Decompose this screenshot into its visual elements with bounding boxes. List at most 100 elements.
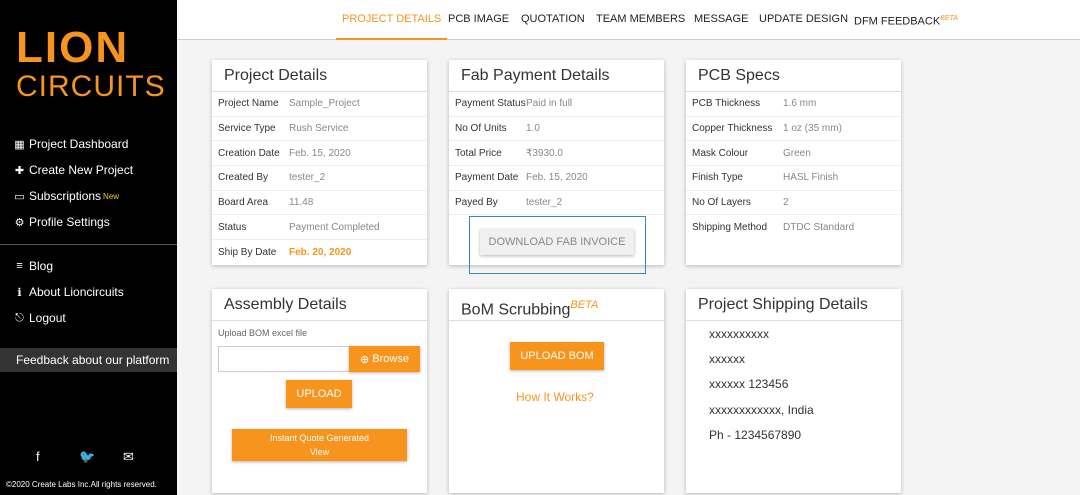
detail-row: Board Area 11.48 bbox=[212, 191, 427, 216]
row-key: Status bbox=[218, 221, 247, 233]
beta-badge: BETA bbox=[940, 15, 958, 22]
row-value: 1 oz (35 mm) bbox=[783, 123, 842, 135]
tab-team-members[interactable]: TEAM MEMBERS bbox=[596, 0, 685, 40]
browse-label: Browse bbox=[372, 353, 409, 365]
sidebar-nav-secondary: ≡ Blog ℹ About Lioncircuits ⎋ Logout bbox=[0, 253, 177, 331]
sidebar-item-logout[interactable]: ⎋ Logout bbox=[0, 305, 177, 331]
sidebar-item-label: About Lioncircuits bbox=[29, 285, 124, 299]
sidebar-item-blog[interactable]: ≡ Blog bbox=[0, 253, 177, 279]
sidebar-item-label: Logout bbox=[29, 311, 66, 325]
mail-icon[interactable]: ✉ bbox=[123, 449, 134, 465]
download-fab-invoice-button[interactable]: DOWNLOAD FAB INVOICE bbox=[480, 229, 634, 255]
logout-icon: ⎋ bbox=[15, 311, 24, 324]
top-nav: PROJECT DETAILS PCB IMAGE QUOTATION TEAM… bbox=[177, 0, 1080, 40]
tab-update-design[interactable]: UPDATE DESIGN bbox=[759, 0, 848, 40]
detail-row: Finish Type HASL Finish bbox=[686, 166, 901, 191]
detail-row: No Of Layers 2 bbox=[686, 191, 901, 216]
shipping-line: Ph - 1234567890 bbox=[709, 428, 802, 442]
sidebar-item-label: Subscriptions bbox=[29, 189, 102, 203]
instant-quote-label: Instant Quote Generated bbox=[269, 433, 370, 443]
ship-by-date-value: Feb. 20, 2020 bbox=[289, 246, 352, 258]
row-key: PCB Thickness bbox=[692, 98, 761, 110]
row-value: Rush Service bbox=[289, 123, 349, 135]
row-value: Green bbox=[783, 147, 811, 159]
logo-line1: LION bbox=[16, 23, 130, 72]
detail-row: Mask Colour Green bbox=[686, 141, 901, 167]
bom-file-input[interactable] bbox=[218, 346, 350, 372]
grid-icon: ▦ bbox=[14, 138, 25, 151]
card-title: BoM ScrubbingBETA bbox=[449, 289, 664, 321]
twitter-icon[interactable]: 🐦 bbox=[79, 449, 95, 465]
facebook-icon[interactable]: f bbox=[36, 449, 40, 464]
detail-row: Created By tester_2 bbox=[212, 166, 427, 191]
detail-row: Payment Date Feb. 15, 2020 bbox=[449, 166, 664, 191]
sidebar-item-label: Create New Project bbox=[29, 163, 134, 177]
new-badge: New bbox=[103, 191, 120, 201]
tab-message[interactable]: MESSAGE bbox=[694, 0, 748, 40]
sidebar-item-label: Project Dashboard bbox=[29, 137, 129, 151]
row-key: Finish Type bbox=[692, 172, 743, 184]
row-value: Sample_Project bbox=[289, 98, 360, 110]
row-value: 2 bbox=[783, 197, 789, 209]
row-key: Creation Date bbox=[218, 147, 280, 159]
tab-dfm-feedback[interactable]: DFM FEEDBACKBETA bbox=[854, 0, 958, 40]
upload-bom-label: Upload BOM excel file bbox=[218, 328, 308, 338]
upload-button[interactable]: UPLOAD bbox=[286, 380, 352, 408]
browse-button[interactable]: ⊕ Browse bbox=[349, 346, 420, 372]
sidebar-item-profile-settings[interactable]: ⚙ Profile Settings bbox=[0, 209, 177, 235]
detail-row: Ship By Date Feb. 20, 2020 bbox=[212, 240, 427, 265]
plus-circle-icon: ⊕ bbox=[360, 353, 370, 366]
pcb-specs-card: PCB Specs PCB Thickness 1.6 mm Copper Thi… bbox=[686, 60, 901, 265]
card-title: Project Shipping Details bbox=[686, 289, 901, 321]
shipping-line: xxxxxxxxxx bbox=[709, 327, 769, 341]
row-value: 1.0 bbox=[526, 123, 540, 135]
detail-row: Shipping Method DTDC Standard bbox=[686, 215, 901, 240]
sidebar-divider bbox=[0, 244, 177, 245]
sidebar-item-subscriptions[interactable]: ▭ Subscriptions New bbox=[0, 183, 177, 209]
detail-row: Payed By tester_2 bbox=[449, 191, 664, 216]
row-value: tester_2 bbox=[526, 197, 563, 209]
detail-row: Total Price ₹3930.0 bbox=[449, 141, 664, 167]
row-key: Ship By Date bbox=[218, 246, 277, 258]
row-value: Paid in full bbox=[526, 98, 573, 110]
row-key: Payment Status bbox=[455, 98, 526, 110]
upload-bom-button[interactable]: UPLOAD BOM bbox=[510, 342, 604, 370]
detail-row: Project Name Sample_Project bbox=[212, 92, 427, 117]
plus-icon: ✚ bbox=[14, 164, 25, 177]
how-it-works-link[interactable]: How It Works? bbox=[516, 390, 594, 404]
shipping-line: xxxxxx bbox=[709, 352, 745, 366]
project-details-card: Project Details Project Name Sample_Proje… bbox=[212, 60, 427, 265]
detail-row: Status Payment Completed bbox=[212, 215, 427, 241]
tab-label: DFM FEEDBACK bbox=[854, 15, 941, 28]
info-icon: ℹ bbox=[17, 286, 22, 299]
row-key: Copper Thickness bbox=[692, 123, 773, 135]
detail-row: Creation Date Feb. 15, 2020 bbox=[212, 141, 427, 167]
sidebar-item-about[interactable]: ℹ About Lioncircuits bbox=[0, 279, 177, 305]
instant-quote-button[interactable]: Instant Quote Generated View bbox=[232, 429, 407, 461]
row-key: Service Type bbox=[218, 123, 276, 135]
tab-pcb-image[interactable]: PCB IMAGE bbox=[448, 0, 509, 40]
card-title-text: BoM Scrubbing bbox=[461, 301, 571, 319]
sidebar-item-label: Profile Settings bbox=[29, 215, 110, 229]
gear-icon: ⚙ bbox=[14, 216, 25, 229]
feedback-link[interactable]: Feedback about our platform bbox=[0, 348, 177, 372]
card-title: Fab Payment Details bbox=[449, 60, 664, 92]
detail-row: No Of Units 1.0 bbox=[449, 117, 664, 142]
sidebar-item-label: Blog bbox=[29, 259, 54, 273]
view-label: View bbox=[309, 447, 330, 457]
row-key: Project Name bbox=[218, 98, 279, 110]
row-value: 1.6 mm bbox=[783, 98, 817, 110]
row-key: Mask Colour bbox=[692, 147, 749, 159]
row-key: Total Price bbox=[455, 147, 502, 159]
tab-quotation[interactable]: QUOTATION bbox=[521, 0, 585, 40]
sidebar: LION CIRCUITS ▦ Project Dashboard ✚ Crea… bbox=[0, 0, 177, 495]
logo-line2: CIRCUITS bbox=[16, 70, 166, 103]
shipping-line: xxxxxxxxxxxx, India bbox=[709, 403, 814, 417]
row-key: Created By bbox=[218, 172, 269, 184]
lion-circuits-logo[interactable]: LION CIRCUITS bbox=[16, 24, 166, 104]
detail-row: Payment Status Paid in full bbox=[449, 92, 664, 117]
tab-project-details[interactable]: PROJECT DETAILS bbox=[336, 0, 448, 40]
monitor-icon: ▭ bbox=[14, 190, 25, 203]
sidebar-item-create-new-project[interactable]: ✚ Create New Project bbox=[0, 157, 177, 183]
sidebar-item-project-dashboard[interactable]: ▦ Project Dashboard bbox=[0, 131, 177, 157]
